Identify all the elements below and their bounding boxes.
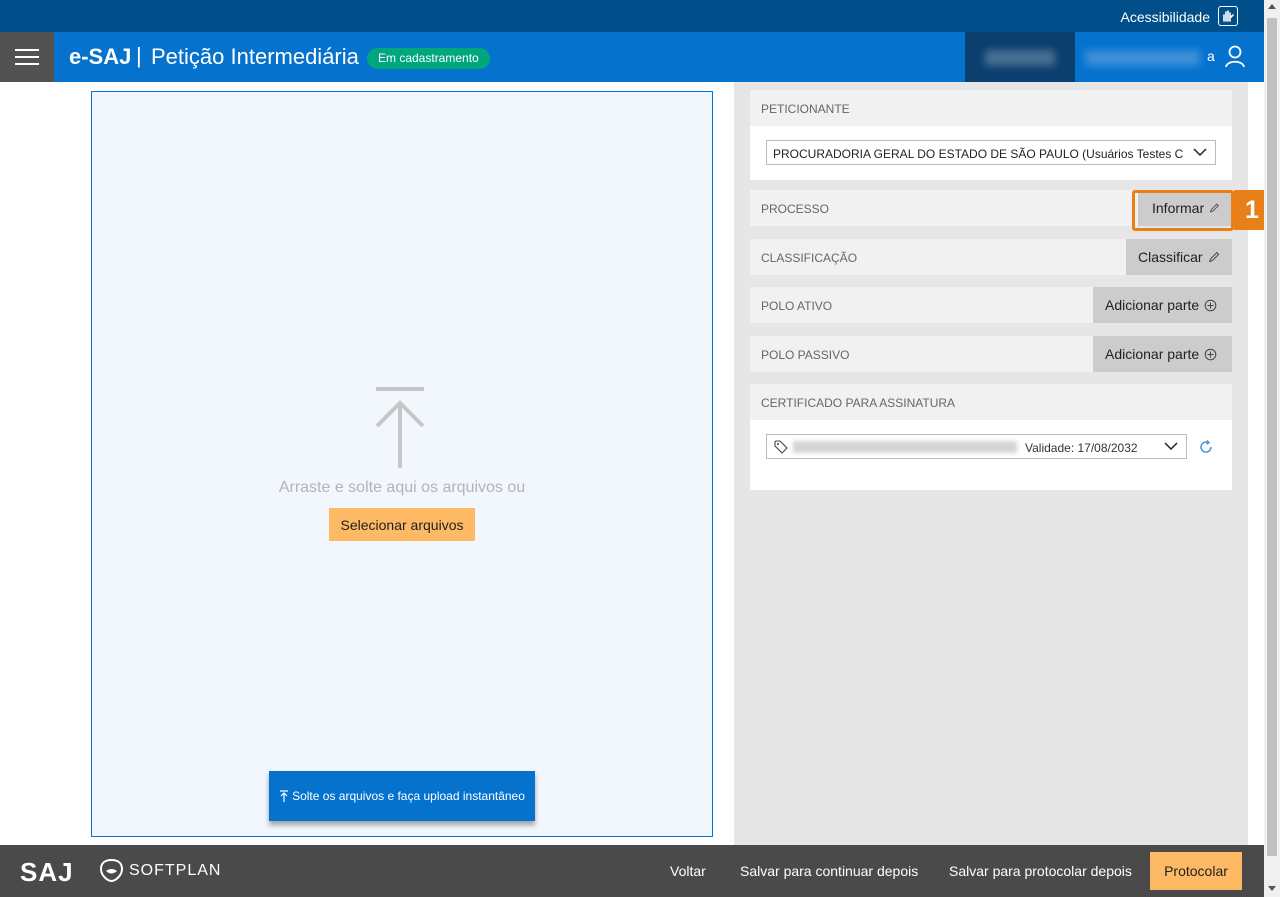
section-header: PETICIONANTE	[750, 90, 1232, 126]
app-header: e-SAJ | Petição Intermediária Em cadastr…	[0, 32, 1264, 82]
user-org-redacted	[985, 50, 1055, 66]
user-icon[interactable]	[1224, 44, 1246, 68]
classificar-button[interactable]: Classificar	[1126, 239, 1232, 275]
accessibility-bar: Acessibilidade	[0, 0, 1264, 32]
upload-small-icon	[280, 790, 289, 802]
accessibility-hand-icon[interactable]	[1218, 6, 1238, 26]
save-protocol-later-button[interactable]: Salvar para protocolar depois	[949, 863, 1132, 879]
section-polo-passivo: POLO PASSIVO Adicionar parte	[750, 336, 1232, 372]
save-continue-later-button[interactable]: Salvar para continuar depois	[740, 863, 918, 879]
tag-icon	[774, 440, 788, 454]
page-scrollbar[interactable]	[1264, 0, 1280, 897]
file-drop-zone[interactable]: Arraste e solte aqui os arquivos ou Sele…	[91, 91, 713, 837]
section-header: CERTIFICADO PARA ASSINATURA	[750, 384, 1232, 420]
title-separator: |	[136, 43, 142, 68]
section-header: POLO ATIVO Adicionar parte	[750, 287, 1232, 323]
certificate-select[interactable]: Validade: 17/08/2032	[766, 434, 1187, 459]
select-files-button[interactable]: Selecionar arquivos	[329, 508, 475, 541]
scroll-down-arrow-icon[interactable]	[1268, 886, 1276, 891]
section-title-polo-passivo: POLO PASSIVO	[761, 348, 850, 362]
peticionante-select[interactable]: PROCURADORIA GERAL DO ESTADO DE SÃO PAUL…	[766, 140, 1216, 165]
section-title-polo-ativo: POLO ATIVO	[761, 299, 833, 313]
scroll-up-arrow-icon[interactable]	[1268, 4, 1276, 9]
instant-upload-button[interactable]: Solte os arquivos e faça upload instantâ…	[269, 771, 535, 821]
section-title-classificacao: CLASSIFICAÇÃO	[761, 251, 858, 265]
chevron-down-icon	[1193, 148, 1207, 157]
accessibility-link[interactable]: Acessibilidade	[1121, 9, 1211, 25]
section-header: CLASSIFICAÇÃO Classificar	[750, 239, 1232, 275]
add-party-label: Adicionar parte	[1105, 346, 1200, 362]
pencil-icon	[1208, 251, 1219, 263]
page-title: Petição Intermediária	[151, 44, 359, 69]
certificate-validity: Validade: 17/08/2032	[1025, 441, 1138, 455]
drop-instructions: Arraste e solte aqui os arquivos ou	[278, 479, 526, 496]
back-button[interactable]: Voltar	[670, 863, 706, 879]
footer-bar: SAJ SOFTPLAN Voltar Salvar para continua…	[0, 845, 1264, 897]
protocol-button[interactable]: Protocolar	[1150, 852, 1242, 890]
hamburger-menu-icon[interactable]	[0, 32, 54, 82]
brand-logo: e-SAJ	[69, 44, 132, 69]
annotation-highlight-frame	[1132, 190, 1234, 231]
classificar-label: Classificar	[1138, 249, 1203, 265]
add-party-passive-button[interactable]: Adicionar parte	[1093, 336, 1232, 372]
plus-circle-icon	[1204, 348, 1217, 360]
section-title-certificado: CERTIFICADO PARA ASSINATURA	[761, 396, 956, 410]
add-party-label: Adicionar parte	[1105, 297, 1200, 313]
status-badge: Em cadastramento	[367, 48, 490, 69]
section-peticionante: PETICIONANTE PROCURADORIA GERAL DO ESTAD…	[750, 90, 1232, 180]
upload-arrow-icon	[375, 387, 425, 468]
user-name-tail[interactable]: a	[1207, 48, 1215, 64]
section-certificado: CERTIFICADO PARA ASSINATURA Validade: 17…	[750, 384, 1232, 490]
certificate-name-redacted	[793, 441, 1017, 453]
section-polo-ativo: POLO ATIVO Adicionar parte	[750, 287, 1232, 323]
peticionante-value: PROCURADORIA GERAL DO ESTADO DE SÃO PAUL…	[773, 147, 1183, 161]
plus-circle-icon	[1204, 299, 1217, 311]
softplan-logo-text: SOFTPLAN	[129, 862, 222, 879]
saj-logo: SAJ	[20, 857, 74, 887]
refresh-icon[interactable]	[1198, 439, 1214, 455]
section-header: POLO PASSIVO Adicionar parte	[750, 336, 1232, 372]
section-classificacao: CLASSIFICAÇÃO Classificar	[750, 239, 1232, 275]
softplan-logo-icon	[99, 858, 124, 883]
section-title-peticionante: PETICIONANTE	[761, 102, 850, 116]
section-title-processo: PROCESSO	[761, 202, 830, 216]
add-party-active-button[interactable]: Adicionar parte	[1093, 287, 1232, 323]
user-name-redacted[interactable]	[1085, 50, 1200, 66]
scroll-thumb[interactable]	[1267, 18, 1277, 856]
instant-upload-label: Solte os arquivos e faça upload instantâ…	[292, 789, 525, 803]
chevron-down-icon	[1164, 442, 1178, 451]
